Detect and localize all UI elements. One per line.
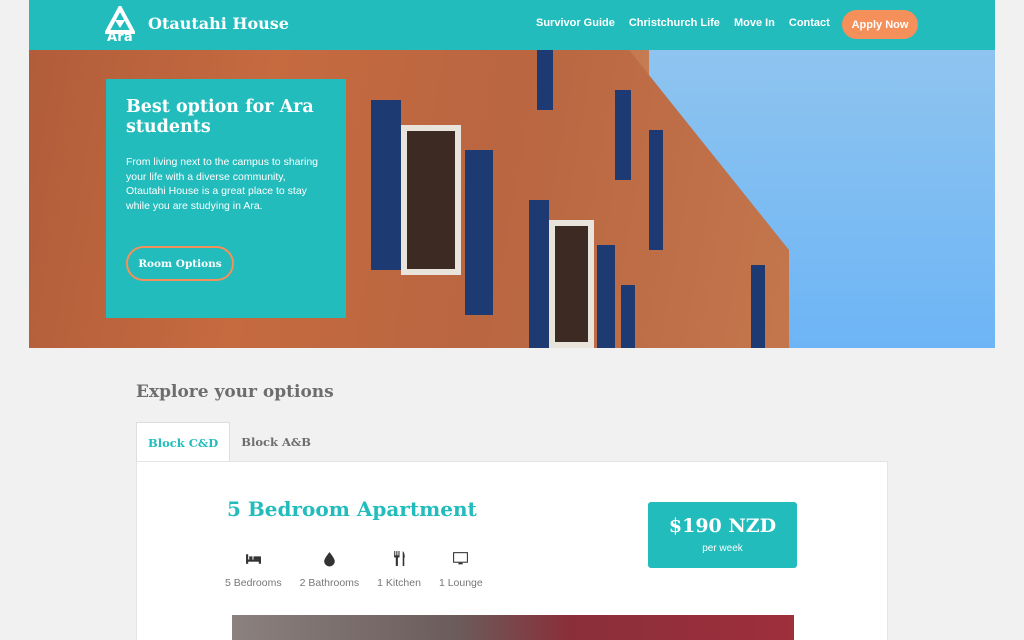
amenity-item: 1 Lounge xyxy=(439,550,483,589)
apartment-photo xyxy=(232,615,794,640)
shutter-decoration xyxy=(529,200,549,348)
hero-heading: Best option for Ara students xyxy=(126,97,314,137)
nav-link-survivor-guide[interactable]: Survivor Guide xyxy=(536,17,615,29)
window-decoration xyxy=(401,125,461,275)
shutter-decoration xyxy=(621,285,635,348)
shutter-decoration xyxy=(371,100,401,270)
nav-link-contact[interactable]: Contact xyxy=(789,17,830,29)
amenity-label: 2 Bathrooms xyxy=(299,577,360,589)
section-title: Explore your options xyxy=(136,382,334,402)
apply-now-button[interactable]: Apply Now xyxy=(842,10,918,39)
cutlery-icon xyxy=(393,551,405,566)
price-badge: $190 NZD per week xyxy=(648,502,797,568)
block-tabs: Block C&D Block A&B xyxy=(136,422,322,462)
shutter-decoration xyxy=(597,245,615,348)
page: Ara Otautahi House Survivor Guide Christ… xyxy=(29,0,995,640)
tab-block-ab[interactable]: Block A&B xyxy=(230,422,322,462)
shutter-decoration xyxy=(751,265,765,348)
shutter-decoration xyxy=(649,130,663,250)
price-period: per week xyxy=(702,543,743,554)
logo-wordmark: Ara xyxy=(107,30,133,45)
hero-card: Best option for Ara students From living… xyxy=(106,79,346,318)
tab-block-cd[interactable]: Block C&D xyxy=(136,422,231,462)
apartment-panel: 5 Bedroom Apartment 5 Bedrooms 2 Bathroo… xyxy=(136,461,888,640)
hero-description: From living next to the campus to sharin… xyxy=(126,156,319,212)
shutter-decoration xyxy=(465,150,493,315)
hero-banner: Best option for Ara students From living… xyxy=(29,50,995,348)
price-amount: $190 NZD xyxy=(668,515,777,537)
top-navigation-bar: Ara Otautahi House Survivor Guide Christ… xyxy=(29,0,995,50)
amenity-list: 5 Bedrooms 2 Bathrooms 1 Kitchen 1 Loung… xyxy=(225,550,501,589)
room-options-button[interactable]: Room Options xyxy=(126,246,234,281)
shutter-decoration xyxy=(615,90,631,180)
amenity-item: 5 Bedrooms xyxy=(225,550,282,589)
nav-link-christchurch-life[interactable]: Christchurch Life xyxy=(629,17,720,29)
apartment-title: 5 Bedroom Apartment xyxy=(227,497,477,521)
bed-icon xyxy=(245,554,261,564)
amenity-label: 5 Bedrooms xyxy=(225,577,282,589)
water-drop-icon xyxy=(324,552,335,567)
site-title[interactable]: Otautahi House xyxy=(148,14,289,33)
amenity-item: 2 Bathrooms xyxy=(299,550,360,589)
amenity-item: 1 Kitchen xyxy=(377,550,421,589)
amenity-label: 1 Kitchen xyxy=(377,577,421,589)
main-nav: Survivor Guide Christchurch Life Move In… xyxy=(536,17,830,29)
window-decoration xyxy=(549,220,594,348)
nav-link-move-in[interactable]: Move In xyxy=(734,17,775,29)
amenity-label: 1 Lounge xyxy=(438,577,483,589)
shutter-decoration xyxy=(537,50,553,110)
tv-icon xyxy=(453,552,469,565)
